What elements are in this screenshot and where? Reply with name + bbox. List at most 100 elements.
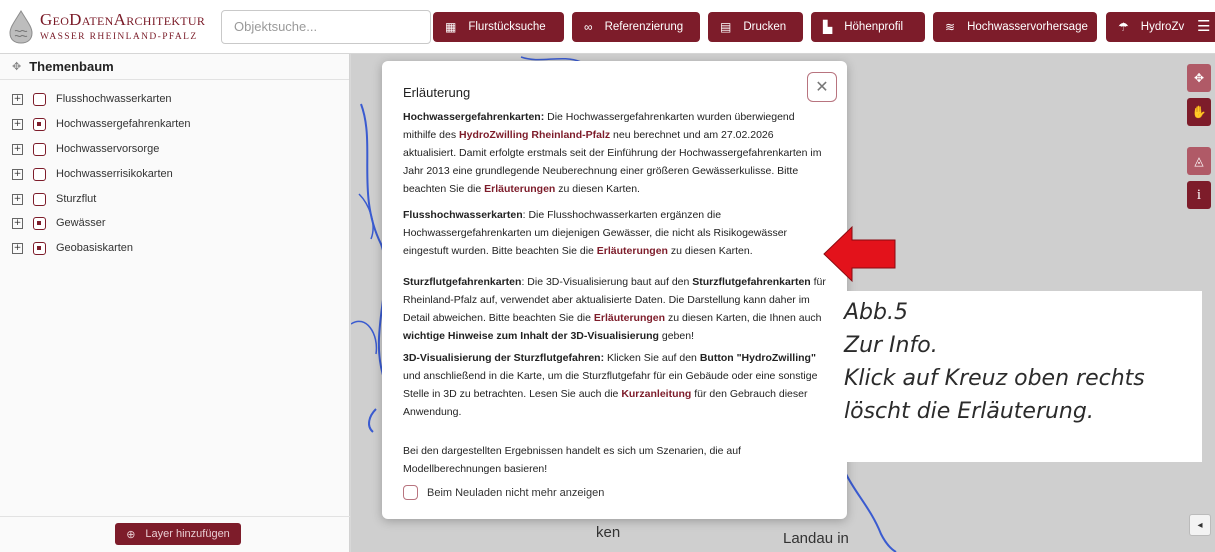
paragraph-text: zu diesen Karten, die Ihnen auch (665, 312, 822, 324)
expand-icon[interactable]: + (12, 217, 23, 229)
print-icon: ▤ (720, 20, 732, 34)
erlaeuterungen-link[interactable]: Erläuterungen (594, 312, 665, 324)
link-icon: ∞ (584, 20, 593, 34)
profile-chart-icon: ▙ (823, 20, 833, 34)
tree-item-flusshochwasserkarten[interactable]: + Flusshochwasserkarten (12, 91, 172, 107)
info-dialog: Erläuterung ✕ Hochwassergefahrenkarten: … (382, 61, 847, 519)
paragraph-heading: Sturzflutgefahrenkarten (403, 276, 522, 288)
hochwasservorhersage-button[interactable]: ≋ Hochwasservorhersage (933, 12, 1097, 42)
tree-item-label: Hochwasserrisikokarten (56, 168, 173, 180)
paragraph-szenarien: Bei den dargestellten Ergebnissen handel… (403, 442, 827, 478)
checkbox-box[interactable] (403, 485, 418, 500)
tree-item-label: Hochwassergefahrenkarten (56, 118, 191, 130)
annotation-line: löscht die Erläuterung. (844, 399, 1094, 424)
map-place-label: ken (596, 524, 621, 541)
paragraph-heading: Hochwassergefahrenkarten: (403, 111, 545, 123)
tree-item-label: Sturzflut (56, 193, 97, 205)
add-layer-button[interactable]: ⊕ Layer hinzufügen (115, 523, 241, 545)
sidebar: ✥ Themenbaum + Flusshochwasserkarten + H… (0, 54, 350, 552)
referenzierung-button[interactable]: ∞ Referenzierung (572, 12, 700, 42)
hamburger-icon[interactable]: ☰ (1197, 17, 1213, 35)
annotation-box: Abb.5 Zur Info. Klick auf Kreuz oben rec… (832, 291, 1202, 462)
kurzanleitung-link[interactable]: Kurzanleitung (621, 388, 691, 400)
tree-item-hochwassergefahrenkarten[interactable]: + Hochwassergefahrenkarten (12, 116, 191, 132)
paragraph-flusshochwasserkarten: Flusshochwasserkarten: Die Flusshochwass… (403, 206, 827, 260)
tree-item-hochwasservorsorge[interactable]: + Hochwasservorsorge (12, 141, 159, 157)
referenzierung-label: Referenzierung (604, 21, 684, 33)
water-drop-logo-icon (9, 9, 33, 44)
annotation-line: Zur Info. (844, 333, 938, 358)
tree-item-hochwasserrisikokarten[interactable]: + Hochwasserrisikokarten (12, 166, 173, 182)
app-logo[interactable]: GeoDatenArchitektur WASSER RHEINLAND-PFA… (6, 9, 211, 45)
tree-item-geobasiskarten[interactable]: + Geobasiskarten (12, 240, 133, 256)
paragraph-3d-visualisierung: 3D-Visualisierung der Sturzflutgefahren:… (403, 349, 827, 421)
red-arrow-icon (823, 225, 896, 283)
hydrozwilling-label: HydroZv (1140, 21, 1185, 33)
expand-icon[interactable]: + (12, 242, 23, 254)
drucken-button[interactable]: ▤ Drucken (708, 12, 803, 42)
hoehenprofil-button[interactable]: ▙ Höhenprofil (811, 12, 925, 42)
tree-item-label: Hochwasservorsorge (56, 143, 160, 155)
layer-checkbox[interactable] (33, 117, 46, 131)
hoehenprofil-label: Höhenprofil (844, 21, 904, 33)
measure-icon[interactable]: ◬ (1187, 147, 1211, 175)
layer-checkbox[interactable] (33, 92, 46, 106)
layer-checkbox[interactable] (33, 142, 46, 156)
logo-title: GeoDatenArchitektur (40, 9, 206, 29)
forecast-icon: ≋ (945, 20, 956, 34)
annotation-line: Klick auf Kreuz oben rechts (844, 366, 1145, 391)
erlaeuterungen-link[interactable]: Erläuterungen (484, 183, 555, 195)
layer-checkbox[interactable] (33, 192, 46, 206)
move-handle-icon[interactable]: ✥ (12, 60, 21, 73)
flurstuecksuche-label: Flurstücksuche (468, 21, 546, 33)
tree-item-sturzflut[interactable]: + Sturzflut (12, 191, 96, 207)
paragraph-text: Klicken Sie auf den (604, 352, 700, 364)
dialog-title: Erläuterung (403, 85, 471, 100)
parcel-search-icon: ▦ (445, 20, 457, 34)
paragraph-heading: 3D-Visualisierung der Sturzflutgefahren: (403, 352, 605, 364)
pan-icon[interactable]: ✥ (1187, 64, 1211, 92)
hand-icon[interactable]: ✋ (1187, 98, 1211, 126)
umbrella-icon: ☂ (1118, 20, 1129, 34)
paragraph-heading: Flusshochwasserkarten (403, 209, 523, 221)
expand-icon[interactable]: + (12, 93, 23, 105)
layer-checkbox[interactable] (33, 167, 46, 181)
paragraph-text: Bei den dargestellten Ergebnissen handel… (403, 445, 741, 475)
map-place-label: Landau in (783, 530, 849, 547)
layer-checkbox[interactable] (33, 241, 46, 255)
tree-item-label: Geobasiskarten (56, 242, 134, 254)
dont-show-again-checkbox[interactable]: Beim Neuladen nicht mehr anzeigen (403, 485, 604, 500)
paragraph-bold: Sturzflutgefahrenkarten (692, 276, 811, 288)
tree-item-label: Flusshochwasserkarten (56, 93, 172, 105)
close-icon[interactable]: ✕ (807, 72, 837, 102)
paragraph-bold: Button "HydroZwilling" (699, 352, 816, 364)
info-icon[interactable]: i (1187, 181, 1211, 209)
expand-icon[interactable]: + (12, 143, 23, 155)
paragraph-hochwassergefahrenkarten: Hochwassergefahrenkarten: Die Hochwasser… (403, 108, 827, 198)
paragraph-sturzflutgefahrenkarten: Sturzflutgefahrenkarten: Die 3D-Visualis… (403, 273, 827, 345)
flurstuecksuche-button[interactable]: ▦ Flurstücksuche (433, 12, 564, 42)
collapse-panel-icon[interactable]: ◂ (1189, 514, 1211, 536)
annotation-line: Abb.5 (844, 300, 908, 325)
paragraph-text: geben! (658, 330, 694, 342)
paragraph-text: : Die 3D-Visualisierung baut auf den (521, 276, 693, 288)
sidebar-header: ✥ Themenbaum (0, 54, 349, 80)
globe-icon: ⊕ (126, 528, 136, 541)
dont-show-again-label: Beim Neuladen nicht mehr anzeigen (427, 486, 605, 499)
paragraph-text: zu diesen Karten. (667, 245, 753, 257)
sidebar-title: Themenbaum (29, 59, 114, 74)
paragraph-bold: wichtige Hinweise zum Inhalt der 3D-Visu… (403, 330, 659, 342)
hochwasservorhersage-label: Hochwasservorhersage (967, 21, 1088, 33)
paragraph-text: zu diesen Karten. (555, 183, 640, 195)
expand-icon[interactable]: + (12, 193, 23, 205)
drucken-label: Drucken (743, 21, 787, 33)
erlaeuterungen-link[interactable]: Erläuterungen (597, 245, 668, 257)
hydrozwilling-link[interactable]: HydroZwilling Rheinland-Pfalz (459, 129, 610, 141)
app-header: GeoDatenArchitektur WASSER RHEINLAND-PFA… (0, 0, 1215, 54)
layer-checkbox[interactable] (33, 216, 46, 230)
object-search-input[interactable] (221, 9, 431, 44)
tree-item-gewaesser[interactable]: + Gewässer (12, 215, 106, 231)
tree-item-label: Gewässer (56, 217, 106, 229)
expand-icon[interactable]: + (12, 118, 23, 130)
expand-icon[interactable]: + (12, 168, 23, 180)
